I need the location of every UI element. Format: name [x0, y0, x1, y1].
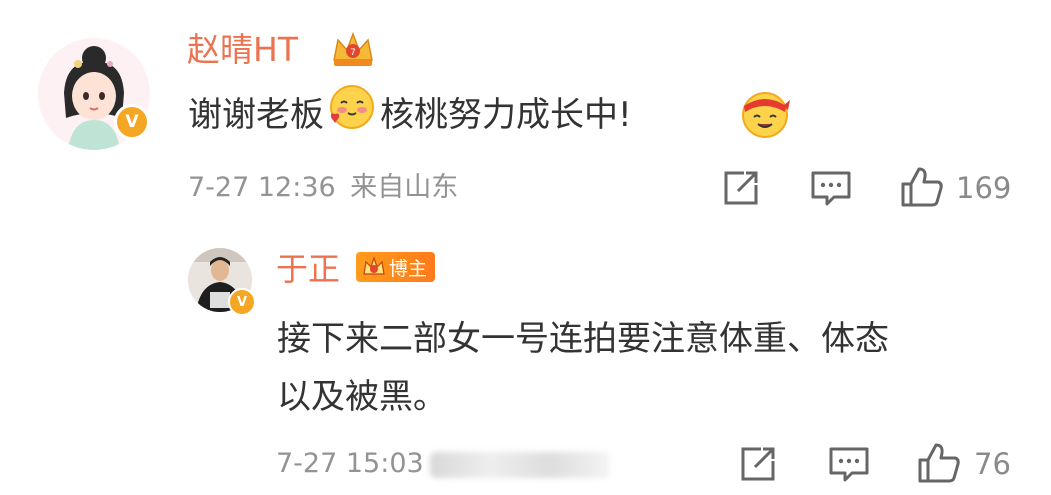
comment-text: 谢谢老板 核桃努力成长中! [188, 82, 632, 151]
reply-time: 7-27 15:03 [276, 448, 424, 479]
comment-time: 7-27 12:36 [188, 172, 336, 203]
thumbs-up-icon [918, 443, 960, 483]
comment-location: 来自山东 [350, 172, 459, 203]
crown-member-icon: 7 [330, 30, 376, 68]
svg-text:7: 7 [350, 48, 356, 58]
shy-heart-emoji-icon [327, 82, 377, 151]
comment-icon [829, 447, 869, 482]
comment-icon [811, 171, 851, 206]
share-button[interactable] [722, 169, 760, 207]
replier-username[interactable]: 于正 [276, 249, 340, 289]
reply-meta: 7-27 15:03 [276, 444, 424, 484]
like-count: 169 [956, 171, 1012, 205]
commenter-username[interactable]: 赵晴HT [187, 30, 298, 70]
like-button[interactable] [917, 442, 961, 484]
fighting-headband-emoji-icon [738, 86, 792, 140]
like-count: 76 [974, 447, 1011, 481]
blogger-badge: 博主 [356, 252, 436, 282]
comment-meta: 7-27 12:36 来自山东 [188, 168, 458, 208]
verified-badge-icon: V [228, 288, 256, 316]
like-button[interactable] [900, 166, 944, 208]
blurred-location [430, 452, 610, 478]
thumbs-up-icon [901, 167, 943, 207]
share-button[interactable] [739, 445, 777, 483]
reply-text-line: 以及被黑。 [277, 377, 447, 417]
share-icon [724, 171, 758, 205]
reply-text: 接下来二部女一号连拍要注意体重、体态 以及被黑。 [277, 310, 1037, 426]
verified-badge-icon: V [114, 104, 150, 140]
share-icon [741, 447, 775, 481]
reply-button[interactable] [828, 446, 870, 484]
crown-icon [363, 256, 385, 275]
reply-text-line: 接下来二部女一号连拍要注意体重、体态 [277, 319, 889, 359]
reply-button[interactable] [810, 170, 852, 208]
